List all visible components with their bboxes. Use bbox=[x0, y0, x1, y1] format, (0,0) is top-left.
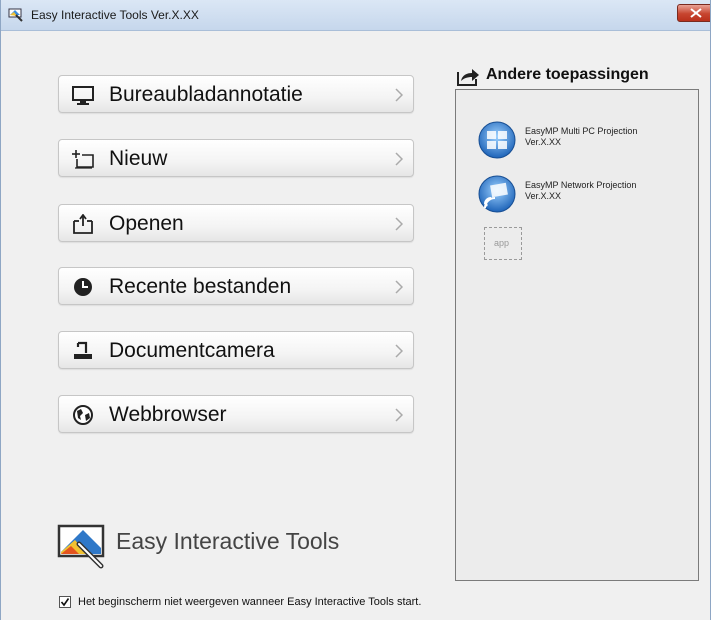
other-apps-panel: EasyMP Multi PC Projection Ver.X.XX Easy… bbox=[455, 89, 699, 581]
share-arrow-icon bbox=[457, 69, 479, 86]
chevron-right-icon bbox=[395, 217, 403, 231]
chevron-right-icon bbox=[395, 280, 403, 294]
hide-start-screen-label: Het beginscherm niet weergeven wanneer E… bbox=[78, 596, 422, 608]
open-folder-icon bbox=[73, 214, 93, 234]
app-placeholder-label: app bbox=[494, 238, 510, 248]
app-multi-pc-projection[interactable]: EasyMP Multi PC Projection Ver.X.XX bbox=[477, 120, 677, 164]
globe-icon bbox=[73, 405, 93, 425]
app-network-projection-name: EasyMP Network Projection Ver.X.XX bbox=[525, 180, 636, 202]
chevron-right-icon bbox=[395, 408, 403, 422]
app-placeholder-slot[interactable]: app bbox=[484, 227, 522, 260]
close-icon bbox=[690, 8, 702, 18]
desktop-annotation-label: Bureaubladannotatie bbox=[109, 83, 303, 106]
easy-interactive-tools-logo bbox=[57, 524, 105, 569]
network-projection-icon bbox=[478, 175, 516, 213]
document-camera-icon bbox=[74, 341, 92, 359]
open-button[interactable]: Openen bbox=[58, 204, 414, 242]
app-multi-pc-projection-name: EasyMP Multi PC Projection Ver.X.XX bbox=[525, 126, 637, 148]
recent-files-button[interactable]: Recente bestanden bbox=[58, 267, 414, 305]
app-version-text: Ver.X.XX bbox=[525, 137, 562, 147]
app-version-text: Ver.X.XX bbox=[525, 191, 562, 201]
app-name-text: EasyMP Network Projection bbox=[525, 180, 637, 190]
new-label: Nieuw bbox=[109, 147, 168, 170]
monitor-icon bbox=[72, 86, 94, 105]
checkmark-icon bbox=[60, 598, 70, 607]
app-logo-icon bbox=[8, 8, 23, 22]
chevron-right-icon bbox=[395, 152, 403, 166]
web-browser-button[interactable]: Webbrowser bbox=[58, 395, 414, 433]
hide-start-screen-checkbox[interactable] bbox=[59, 596, 71, 608]
open-label: Openen bbox=[109, 212, 184, 235]
desktop-annotation-button[interactable]: Bureaubladannotatie bbox=[58, 75, 414, 113]
main-window: Easy Interactive Tools Ver.X.XX Bureaubl… bbox=[0, 0, 711, 620]
document-camera-button[interactable]: Documentcamera bbox=[58, 331, 414, 369]
app-name-text: EasyMP Multi PC Projection bbox=[525, 126, 638, 136]
other-apps-title: Andere toepassingen bbox=[486, 66, 649, 83]
new-board-icon bbox=[72, 150, 94, 169]
chevron-right-icon bbox=[395, 88, 403, 102]
title-bar[interactable]: Easy Interactive Tools Ver.X.XX bbox=[1, 0, 710, 31]
document-camera-label: Documentcamera bbox=[109, 339, 275, 362]
close-button[interactable] bbox=[677, 4, 710, 22]
window-title: Easy Interactive Tools Ver.X.XX bbox=[31, 8, 199, 22]
chevron-right-icon bbox=[395, 344, 403, 358]
recent-files-label: Recente bestanden bbox=[109, 275, 292, 298]
logo-text: Easy Interactive Tools bbox=[116, 528, 340, 554]
multi-pc-projection-icon bbox=[478, 121, 516, 159]
clock-icon bbox=[74, 278, 92, 296]
app-network-projection[interactable]: EasyMP Network Projection Ver.X.XX bbox=[477, 174, 677, 218]
web-browser-label: Webbrowser bbox=[109, 403, 227, 426]
new-button[interactable]: Nieuw bbox=[58, 139, 414, 177]
